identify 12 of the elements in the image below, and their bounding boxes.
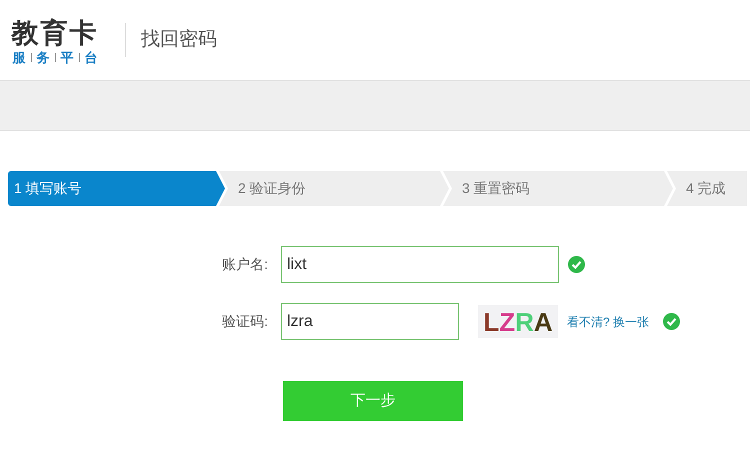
field-label: 验证码: xyxy=(221,312,269,331)
account-input[interactable]: lixt xyxy=(281,246,559,283)
logo-subtitle-char: 平 xyxy=(60,50,74,64)
field-label: 账户名: xyxy=(221,255,269,274)
captcha-image: LZRA xyxy=(478,305,558,338)
logo-subtitle-char: 务 xyxy=(36,50,50,64)
logo-subtitle-char: 台 xyxy=(84,50,98,64)
page-title: 找回密码 xyxy=(141,28,217,52)
logo-subtitle-char: 服 xyxy=(12,50,26,64)
logo-title: 教育卡 xyxy=(12,16,98,48)
refresh-captcha-link[interactable]: 看不清? 换一张 xyxy=(567,312,650,330)
captcha-input[interactable]: lzra xyxy=(281,303,459,340)
